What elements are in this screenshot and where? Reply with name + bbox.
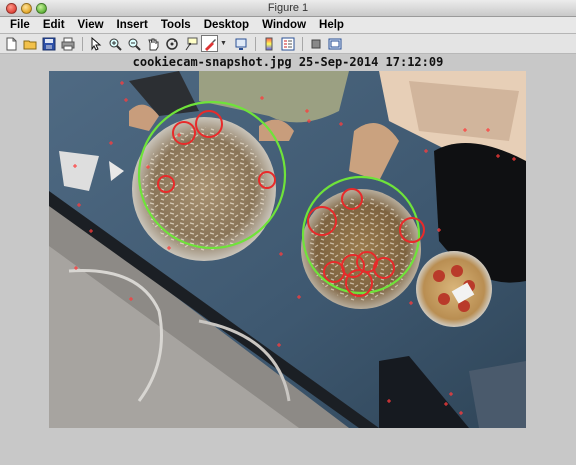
figure-title: cookiecam-snapshot.jpg 25-Sep-2014 17:12…: [132, 55, 444, 69]
menu-insert[interactable]: Insert: [111, 17, 155, 34]
toolbar-separator: [255, 36, 256, 51]
colorbar-icon[interactable]: [260, 35, 277, 52]
menu-window[interactable]: Window: [256, 17, 313, 34]
open-file-icon[interactable]: [21, 35, 38, 52]
pan-icon[interactable]: [144, 35, 161, 52]
hide-plot-tools-icon[interactable]: [307, 35, 324, 52]
image-axes[interactable]: [49, 71, 526, 428]
show-plot-tools-icon[interactable]: [326, 35, 343, 52]
window-title: Figure 1: [267, 2, 309, 14]
save-icon[interactable]: [40, 35, 57, 52]
snapshot-image: [49, 71, 526, 428]
menu-view[interactable]: View: [72, 17, 111, 34]
brush-icon[interactable]: [201, 35, 218, 52]
menu-edit[interactable]: Edit: [37, 17, 72, 34]
menu-desktop[interactable]: Desktop: [198, 17, 256, 34]
data-cursor-icon[interactable]: [182, 35, 199, 52]
window-titlebar: Figure 1: [0, 0, 576, 17]
figure-canvas: cookiecam-snapshot.jpg 25-Sep-2014 17:12…: [0, 55, 576, 465]
menu-bar: File Edit View Insert Tools Desktop Wind…: [0, 17, 576, 34]
menu-tools[interactable]: Tools: [155, 17, 198, 34]
new-figure-icon[interactable]: [2, 35, 19, 52]
figure-toolbar: ▼: [0, 34, 576, 54]
rotate-3d-icon[interactable]: [163, 35, 180, 52]
print-icon[interactable]: [59, 35, 76, 52]
toolbar-separator: [302, 36, 303, 51]
chevron-down-icon[interactable]: ▼: [220, 40, 227, 47]
zoom-in-icon[interactable]: [106, 35, 123, 52]
link-plot-icon[interactable]: [232, 35, 249, 52]
menu-help[interactable]: Help: [313, 17, 351, 34]
menu-file[interactable]: File: [4, 17, 37, 34]
toolbar-separator: [82, 36, 83, 51]
zoom-out-icon[interactable]: [125, 35, 142, 52]
legend-icon[interactable]: [279, 35, 296, 52]
pointer-icon[interactable]: [87, 35, 104, 52]
